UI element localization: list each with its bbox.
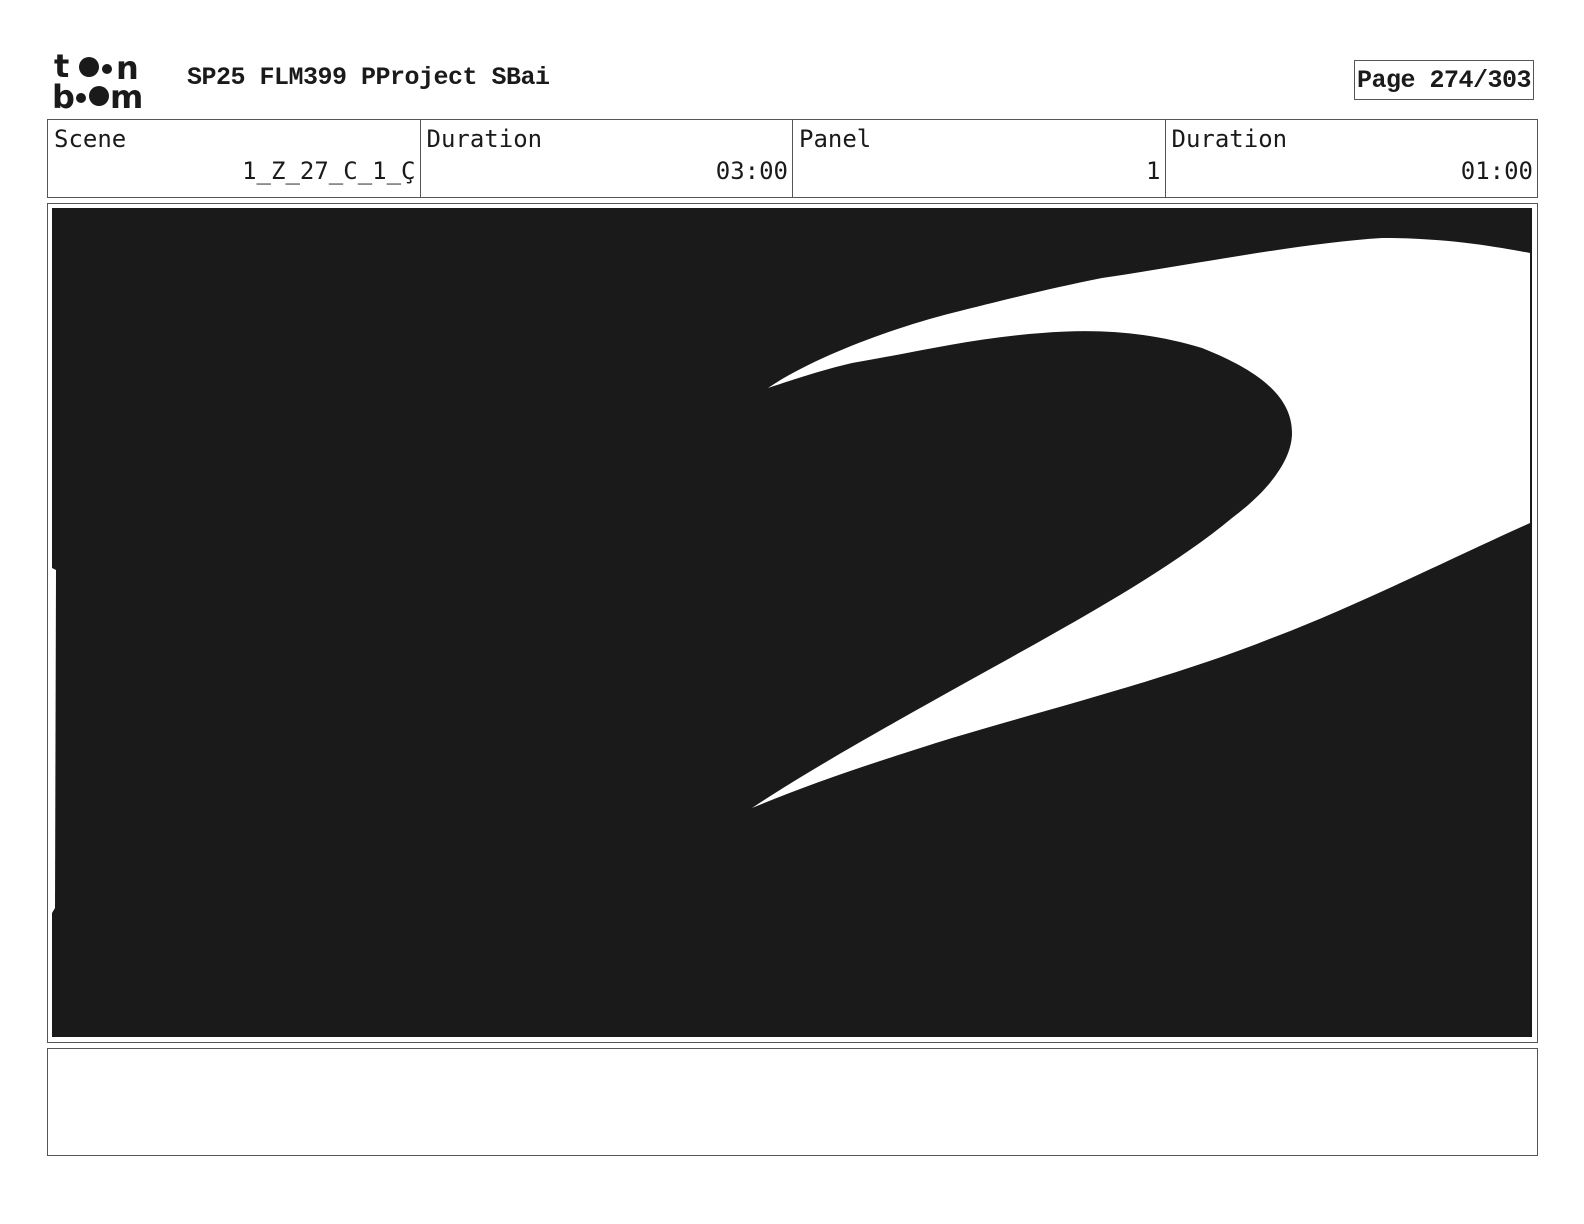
panel-notes: [47, 1048, 1538, 1156]
scene-label: Scene: [54, 125, 127, 153]
panel-cell: Panel 1: [793, 120, 1166, 197]
panel-duration-cell: Duration 01:00: [1166, 120, 1538, 197]
panel-value: 1: [1146, 157, 1161, 185]
panel-info-bar: Scene 1_Z_27_C_1_Ç Duration 03:00 Panel …: [47, 119, 1538, 198]
storyboard-panel: [47, 203, 1538, 1043]
svg-text:b: b: [52, 78, 75, 112]
panel-drawing: [52, 208, 1532, 1037]
scene-duration-label: Duration: [426, 125, 543, 153]
page-number: Page 274/303: [1354, 60, 1534, 100]
scene-value: 1_Z_27_C_1_Ç: [242, 157, 416, 185]
panel-duration-label: Duration: [1171, 125, 1288, 153]
scene-duration-value: 03:00: [715, 157, 788, 185]
scene-duration-cell: Duration 03:00: [421, 120, 793, 197]
document-title: SP25 FLM399 PProject SBai: [187, 63, 550, 92]
panel-duration-value: 01:00: [1460, 157, 1533, 185]
toon-boom-logo: t n b m: [52, 47, 164, 116]
scene-cell: Scene 1_Z_27_C_1_Ç: [48, 120, 421, 197]
svg-text:m: m: [110, 78, 143, 112]
toon-boom-logo-icon: t n b m: [52, 47, 143, 116]
panel-label: Panel: [799, 125, 872, 153]
